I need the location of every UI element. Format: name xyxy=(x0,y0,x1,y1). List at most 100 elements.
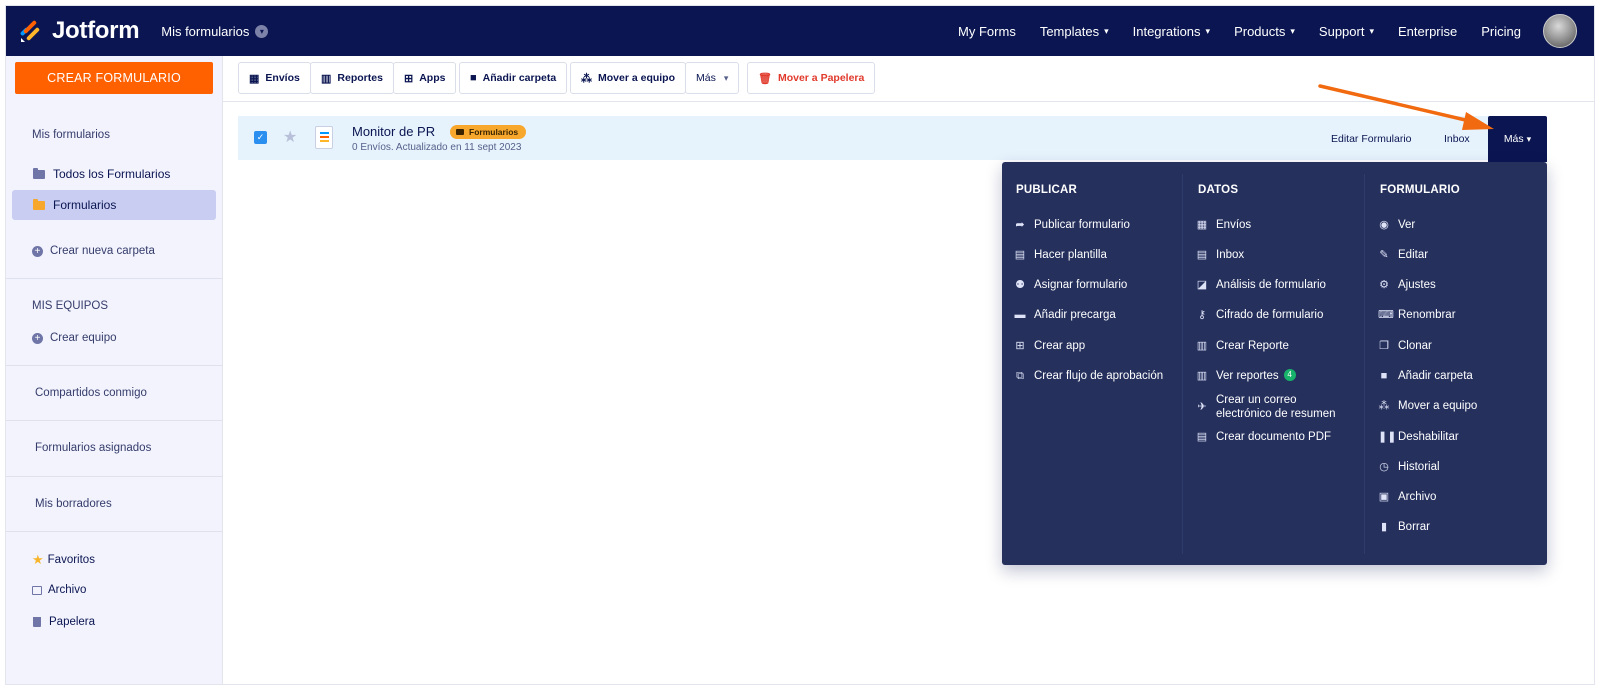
menu-item-submissions[interactable]: ▦ Envíos xyxy=(1196,218,1251,232)
add-folder-button[interactable]: ■ Añadir carpeta xyxy=(459,62,568,94)
nav-link-label: Pricing xyxy=(1481,23,1521,39)
create-team-button[interactable]: + Crear equipo xyxy=(32,330,116,346)
reports-button[interactable]: ▥ Reportes xyxy=(310,62,394,94)
chevron-down-icon: ▾ xyxy=(1290,25,1295,36)
nav-link-label: My Forms xyxy=(958,23,1016,39)
menu-item-label: Mover a equipo xyxy=(1398,400,1478,412)
sidebar-item-shared[interactable]: Compartidos conmigo xyxy=(35,387,147,399)
menu-item-label: Ver reportes xyxy=(1216,370,1279,382)
move-to-trash-button[interactable]: 🗑 Mover a Papelera xyxy=(747,62,876,94)
sidebar-item-all-forms[interactable]: Todos los Formularios xyxy=(12,159,216,189)
menu-item-move-team[interactable]: ⁂ Mover a equipo xyxy=(1378,399,1478,413)
nav-support[interactable]: Support ▾ xyxy=(1319,24,1374,39)
favorite-star-icon[interactable]: ★ xyxy=(283,127,297,147)
sidebar-item-label: Papelera xyxy=(49,616,96,628)
menu-item-assign-form[interactable]: ⚉ Asignar formulario xyxy=(1014,278,1127,292)
menu-item-label: Borrar xyxy=(1398,521,1430,533)
sidebar-item-drafts[interactable]: Mis borradores xyxy=(35,498,112,510)
sidebar-item-assigned[interactable]: Formularios asignados xyxy=(35,442,151,454)
row-checkbox[interactable]: ✓ xyxy=(254,131,267,144)
menu-item-add-prefill[interactable]: ▬ Añadir precarga xyxy=(1014,308,1116,322)
nav-my-forms[interactable]: My Forms xyxy=(958,24,1016,39)
divider xyxy=(1364,174,1365,554)
folder-icon xyxy=(33,198,45,210)
nav-products[interactable]: Products ▾ xyxy=(1234,24,1295,39)
menu-item-make-template[interactable]: ▤ Hacer plantilla xyxy=(1014,248,1107,262)
menu-item-history[interactable]: ◷ Historial xyxy=(1378,460,1439,474)
folder-tag: Formularios xyxy=(450,125,527,139)
divider xyxy=(6,476,223,477)
plus-icon: + xyxy=(32,245,43,257)
nav-templates[interactable]: Templates ▾ xyxy=(1040,24,1109,39)
edit-icon: ✎ xyxy=(1379,249,1389,261)
menu-item-label: Deshabilitar xyxy=(1398,431,1459,443)
menu-item-rename[interactable]: ⌨ Renombrar xyxy=(1378,308,1456,322)
report-icon: ▥ xyxy=(1196,370,1208,382)
sidebar-item-favorites[interactable]: ★ Favoritos xyxy=(32,552,95,568)
trash-icon xyxy=(33,617,41,627)
menu-item-add-folder[interactable]: ■ Añadir carpeta xyxy=(1378,369,1473,383)
chevron-down-icon: ▾ xyxy=(723,72,729,83)
nav-link-label: Support xyxy=(1318,23,1365,39)
app-frame: Jotform Mis formularios ▾ My Forms Templ… xyxy=(5,5,1595,685)
menu-item-view-reports[interactable]: ▥ Ver reportes 4 xyxy=(1196,369,1296,383)
menu-item-disable[interactable]: ❚❚ Deshabilitar xyxy=(1378,430,1459,444)
template-icon: ▤ xyxy=(1014,249,1026,261)
create-folder-button[interactable]: + Crear nueva carpeta xyxy=(32,243,155,259)
menu-item-edit[interactable]: ✎ Editar xyxy=(1378,248,1428,262)
sidebar-item-formularios[interactable]: Formularios xyxy=(12,190,216,220)
sidebar: CREAR FORMULARIO Mis formularios Todos l… xyxy=(6,56,223,684)
sidebar-item-label: Archivo xyxy=(48,584,87,596)
menu-item-label: Crear Reporte xyxy=(1216,340,1289,352)
nav-pricing[interactable]: Pricing xyxy=(1481,24,1521,39)
chevron-down-icon: ▾ xyxy=(1205,25,1211,36)
jotform-logo-icon xyxy=(18,18,44,44)
gear-icon: ⚙ xyxy=(1379,279,1389,291)
more-actions-menu: PUBLICAR ➦ Publicar formulario ▤ Hacer pla… xyxy=(1002,162,1547,565)
menu-item-settings[interactable]: ⚙ Ajustes xyxy=(1378,278,1436,292)
button-label: Añadir carpeta xyxy=(482,72,557,84)
more-actions-button[interactable]: Más ▾ xyxy=(685,62,740,94)
menu-item-create-report[interactable]: ▥ Crear Reporte xyxy=(1196,339,1289,353)
nav-enterprise[interactable]: Enterprise xyxy=(1398,24,1457,39)
table-icon: ▦ xyxy=(249,72,260,85)
submissions-button[interactable]: ▦ Envíos xyxy=(238,62,311,94)
send-icon: ✈ xyxy=(1197,401,1207,413)
menu-item-delete[interactable]: ▮ Borrar xyxy=(1378,520,1430,534)
move-to-team-button[interactable]: ⁂ Mover a equipo xyxy=(570,62,687,94)
divider xyxy=(6,420,223,421)
menu-item-view[interactable]: ◉ Ver xyxy=(1378,218,1415,232)
menu-item-create-pdf[interactable]: ▤ Crear documento PDF xyxy=(1196,430,1331,444)
menu-item-inbox[interactable]: ▤ Inbox xyxy=(1196,248,1244,262)
form-title[interactable]: Monitor de PR xyxy=(352,124,435,139)
user-avatar[interactable] xyxy=(1543,14,1577,48)
menu-item-label: Inbox xyxy=(1216,249,1245,261)
menu-item-publish-form[interactable]: ➦ Publicar formulario xyxy=(1014,218,1130,232)
team-icon: ⁂ xyxy=(581,72,592,85)
nav-integrations[interactable]: Integrations ▾ xyxy=(1133,24,1210,39)
menu-item-form-encryption[interactable]: ⚷ Cifrado de formulario xyxy=(1196,308,1323,322)
breadcrumb[interactable]: Mis formularios ▾ xyxy=(161,23,269,39)
sidebar-item-archive[interactable]: Archivo xyxy=(32,584,86,596)
menu-heading-form: FORMULARIO xyxy=(1380,184,1460,196)
menu-item-archive[interactable]: ▣ Archivo xyxy=(1378,490,1437,504)
trash-icon: ▮ xyxy=(1380,521,1388,533)
folder-plus-icon: ■ xyxy=(1380,370,1388,382)
menu-item-create-app[interactable]: ⊞ Crear app xyxy=(1014,339,1085,353)
key-icon: ⚷ xyxy=(1197,309,1207,321)
brand-logo[interactable]: Jotform xyxy=(18,17,140,45)
apps-button[interactable]: ⊞ Apps xyxy=(393,62,457,94)
menu-item-label: Publicar formulario xyxy=(1034,219,1130,231)
menu-item-approval-flow[interactable]: ⧉ Crear flujo de aprobación xyxy=(1014,369,1163,383)
archive-icon: ▣ xyxy=(1378,491,1390,503)
menu-item-form-analytics[interactable]: ◪ Análisis de formulario xyxy=(1196,278,1326,292)
button-label: Envíos xyxy=(265,72,300,84)
sidebar-item-trash[interactable]: Papelera xyxy=(32,616,95,628)
menu-item-summary-email[interactable]: ✈ Crear un correo electrónico de resumen xyxy=(1196,393,1335,421)
chevron-down-icon: ▾ xyxy=(1369,25,1374,36)
menu-item-clone[interactable]: ❐ Clonar xyxy=(1378,339,1432,353)
create-form-button[interactable]: CREAR FORMULARIO xyxy=(15,62,213,94)
breadcrumb-label: Mis formularios xyxy=(161,23,250,39)
section-my-teams: MIS EQUIPOS xyxy=(32,300,109,312)
menu-item-label: Añadir precarga xyxy=(1034,309,1116,321)
